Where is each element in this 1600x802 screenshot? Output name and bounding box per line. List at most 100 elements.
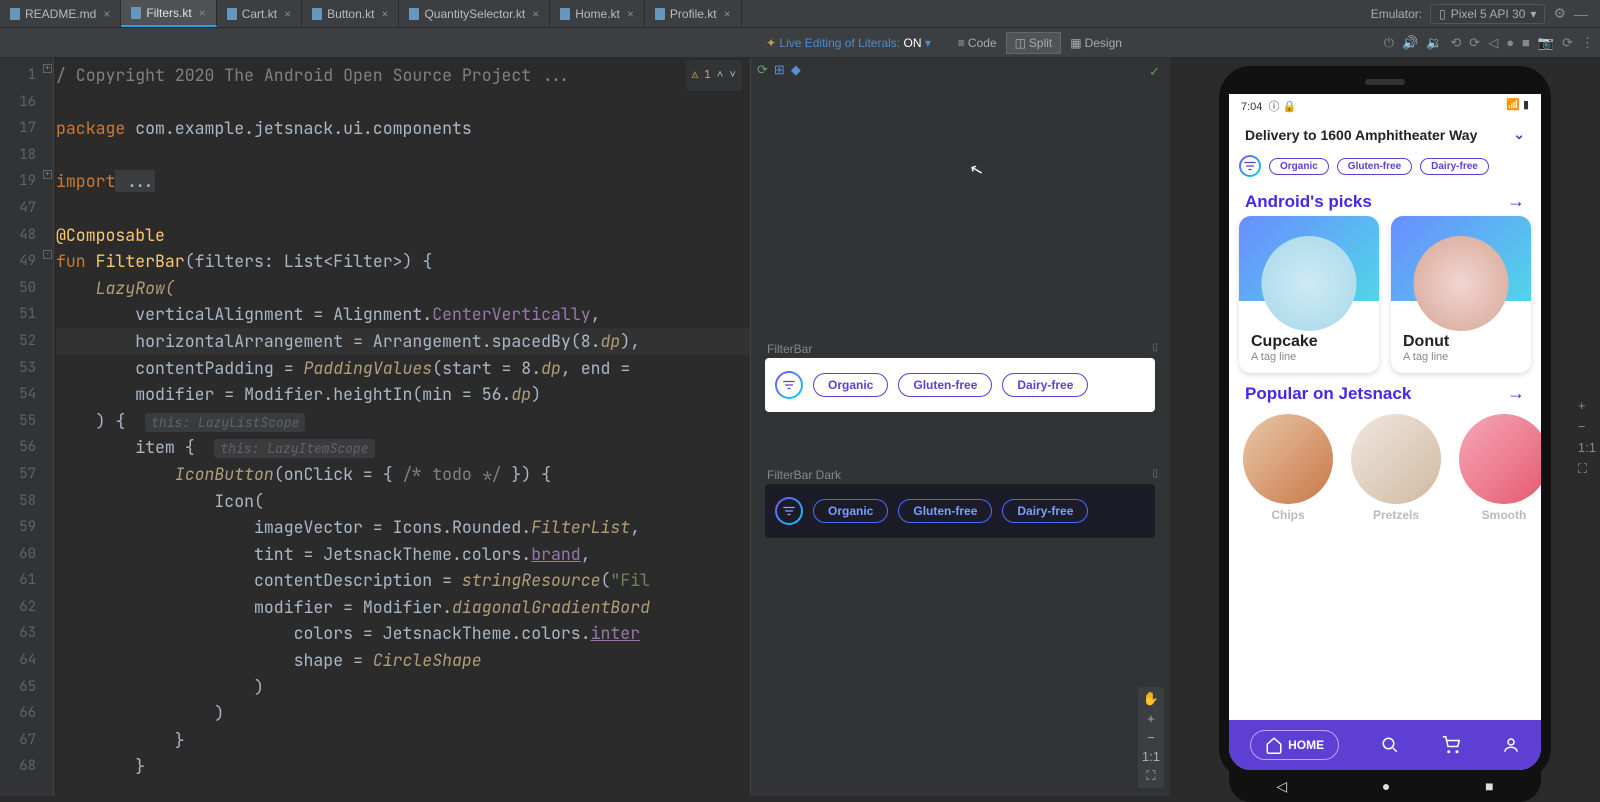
filterbar-dark[interactable]: Organic Gluten-free Dairy-free — [765, 484, 1155, 538]
code-editor[interactable]: ⚠1 ˄˅ / Copyright 2020 The Android Open … — [54, 58, 750, 796]
tab-readme[interactable]: README.md× — [0, 0, 121, 27]
preview-toolbar: ✦ Live Editing of Literals: ON ▾ ≡Code ◫… — [0, 28, 1600, 58]
chevron-down-icon[interactable]: ˅ — [729, 62, 736, 89]
filter-icon[interactable] — [1239, 155, 1261, 177]
snack-circle[interactable]: Smooth — [1459, 414, 1541, 522]
preview-label-dark: FilterBar Dark — [767, 468, 841, 482]
phone-icon: ▯ — [1439, 7, 1446, 21]
warning-icon: ⚠ — [692, 62, 699, 89]
tab-quantity[interactable]: QuantitySelector.kt× — [399, 0, 550, 27]
volume-down-icon[interactable]: 🔉 — [1426, 35, 1442, 51]
preview-label-light: FilterBar — [767, 342, 812, 356]
chip-organic[interactable]: Organic — [813, 499, 888, 523]
search-icon[interactable] — [1381, 736, 1399, 754]
chevron-down-icon: ▾ — [925, 36, 931, 50]
device-screen[interactable]: 7:04 ⓘ 🔒 📶 ▮ Delivery to 1600 Amphitheat… — [1229, 94, 1541, 770]
inspect-icon[interactable]: ⊞ — [774, 62, 785, 78]
chip-dairy[interactable]: Dairy-free — [1420, 158, 1489, 175]
status-bar: 7:04 ⓘ 🔒 📶 ▮ — [1229, 94, 1541, 118]
device-selector[interactable]: ▯ Pixel 5 API 30 ▾ — [1430, 4, 1545, 24]
power-icon[interactable]: ⏻ — [1384, 35, 1394, 51]
chip-organic[interactable]: Organic — [1269, 158, 1329, 175]
back-icon[interactable]: ◁ — [1488, 35, 1498, 51]
design-icon: ▦ — [1070, 36, 1081, 50]
snack-circle[interactable]: Chips — [1243, 414, 1333, 522]
more-icon[interactable]: ⋮ — [1581, 35, 1594, 51]
zoom-fit[interactable]: 1:1 — [1578, 440, 1596, 455]
overview-icon[interactable]: ■ — [1485, 778, 1493, 794]
section-title: Popular on Jetsnack — [1245, 384, 1411, 404]
zoom-fit[interactable]: 1:1 — [1142, 749, 1160, 764]
zoom-out-icon[interactable]: − — [1578, 419, 1596, 434]
tab-button[interactable]: Button.kt× — [302, 0, 399, 27]
record-icon[interactable]: ⟳ — [1562, 35, 1573, 51]
view-code[interactable]: ≡Code — [949, 32, 1006, 54]
app-filter-bar[interactable]: Organic Gluten-free Dairy-free — [1229, 151, 1541, 181]
home-icon[interactable]: ● — [1506, 35, 1514, 51]
chevron-up-icon[interactable]: ˄ — [717, 62, 724, 89]
delivery-row[interactable]: Delivery to 1600 Amphitheater Way⌄ — [1229, 118, 1541, 151]
tab-cart[interactable]: Cart.kt× — [217, 0, 302, 27]
nav-home[interactable]: HOME — [1250, 730, 1339, 760]
refresh-icon[interactable]: ⟳ — [757, 62, 768, 78]
split-icon: ◫ — [1015, 36, 1026, 50]
rotate-left-icon[interactable]: ⟲ — [1450, 35, 1461, 51]
profile-icon[interactable] — [1502, 736, 1520, 754]
chip-gluten[interactable]: Gluten-free — [1337, 158, 1412, 175]
snack-card[interactable]: CupcakeA tag line — [1239, 216, 1379, 373]
chevron-down-icon: ▾ — [1530, 7, 1536, 21]
minimize-icon[interactable]: — — [1574, 6, 1588, 22]
tab-home[interactable]: Home.kt× — [550, 0, 645, 27]
overview-icon[interactable]: ■ — [1522, 35, 1530, 51]
home-icon[interactable]: ● — [1382, 778, 1390, 794]
view-design[interactable]: ▦Design — [1061, 32, 1131, 54]
zoom-in-icon[interactable]: + — [1142, 711, 1160, 726]
code-icon: ≡ — [958, 36, 965, 50]
filter-icon[interactable] — [775, 371, 803, 399]
preview-zoom: ✋ + − 1:1 ⛶ — [1138, 687, 1164, 788]
close-icon[interactable]: × — [103, 7, 110, 21]
filterbar-light[interactable]: Organic Gluten-free Dairy-free — [765, 358, 1155, 412]
section-title: Android's picks — [1245, 192, 1372, 212]
line-gutter: 1161718 19474849 50515253 54555657 58596… — [0, 58, 42, 796]
device-frame: 7:04 ⓘ 🔒 📶 ▮ Delivery to 1600 Amphitheat… — [1219, 66, 1551, 780]
snack-card[interactable]: DonutA tag line — [1391, 216, 1531, 373]
zoom-out-icon[interactable]: − — [1142, 730, 1160, 745]
gear-icon[interactable]: ⚙ — [1553, 5, 1566, 22]
emulator-panel: + − 1:1 ⛶ 7:04 ⓘ 🔒 📶 ▮ Delivery to 1600 … — [1170, 58, 1600, 796]
screenshot-icon[interactable]: 📷 — [1538, 35, 1554, 51]
device-icon[interactable]: ▯ — [1152, 468, 1158, 479]
expand-icon[interactable]: ⛶ — [1142, 768, 1160, 784]
live-edit-toggle[interactable]: ✦ Live Editing of Literals: ON ▾ — [766, 36, 931, 50]
editor-tabs: README.md× Filters.kt× Cart.kt× Button.k… — [0, 0, 1600, 28]
back-icon[interactable]: ◁ — [1276, 778, 1287, 795]
filter-icon[interactable] — [775, 497, 803, 525]
rotate-right-icon[interactable]: ⟳ — [1469, 35, 1480, 51]
file-icon — [10, 8, 20, 20]
check-icon: ✓ — [1149, 64, 1160, 80]
compose-preview: ⟳ ⊞ ◆ ✓ FilterBar ▯ Organic Gluten-free … — [750, 58, 1170, 796]
tab-profile[interactable]: Profile.kt× — [645, 0, 742, 27]
system-bar: ◁ ● ■ — [1229, 770, 1541, 802]
arrow-right-icon[interactable]: → — [1507, 191, 1525, 212]
chip-organic[interactable]: Organic — [813, 373, 888, 397]
emulator-label: Emulator: — [1371, 7, 1422, 21]
layers-icon[interactable]: ◆ — [791, 62, 801, 78]
snack-circle[interactable]: Pretzels — [1351, 414, 1441, 522]
volume-up-icon[interactable]: 🔊 — [1402, 35, 1418, 51]
bottom-nav: HOME — [1229, 720, 1541, 770]
fold-gutter[interactable]: + + - — [42, 58, 54, 796]
tab-filters[interactable]: Filters.kt× — [121, 0, 216, 27]
chip-gluten[interactable]: Gluten-free — [898, 373, 992, 397]
expand-icon[interactable]: ⛶ — [1578, 461, 1596, 477]
view-split[interactable]: ◫Split — [1006, 32, 1062, 54]
inspection-widget[interactable]: ⚠1 ˄˅ — [686, 60, 742, 91]
cart-icon[interactable] — [1442, 736, 1460, 754]
chip-gluten[interactable]: Gluten-free — [898, 499, 992, 523]
device-icon[interactable]: ▯ — [1152, 342, 1158, 353]
chip-dairy[interactable]: Dairy-free — [1002, 499, 1088, 523]
zoom-in-icon[interactable]: + — [1578, 398, 1596, 413]
pan-icon[interactable]: ✋ — [1142, 691, 1160, 707]
chip-dairy[interactable]: Dairy-free — [1002, 373, 1088, 397]
arrow-right-icon[interactable]: → — [1507, 383, 1525, 404]
